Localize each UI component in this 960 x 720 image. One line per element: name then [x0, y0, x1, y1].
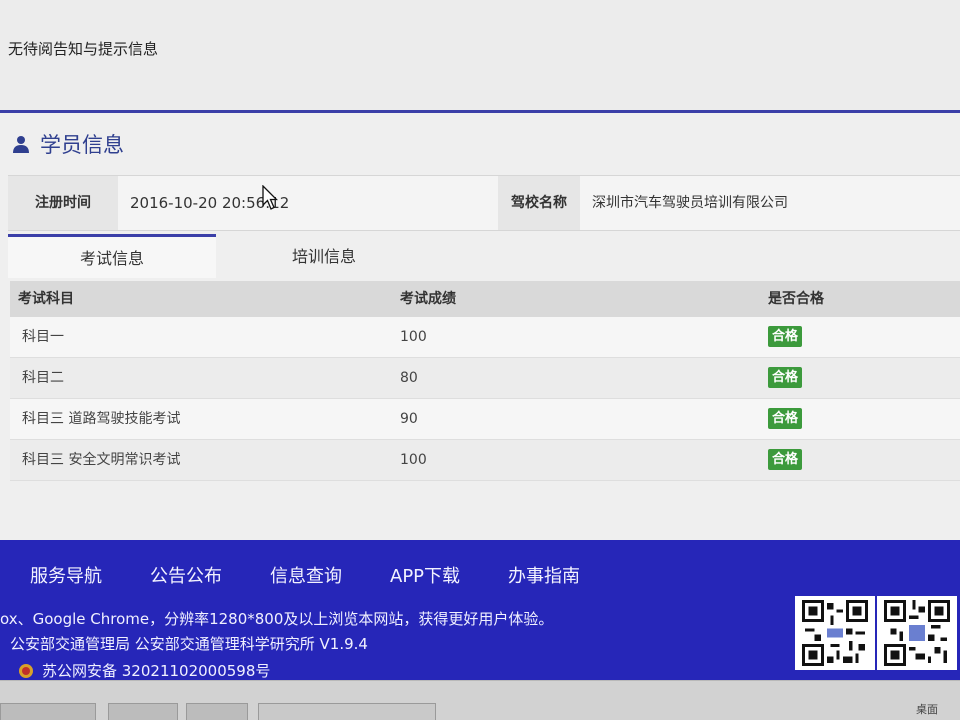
reg-time-value: 2016-10-20 20:56:12: [130, 194, 290, 212]
score-cell: 90: [400, 411, 418, 427]
user-icon: [13, 136, 29, 153]
taskbar-start[interactable]: [0, 703, 96, 720]
pass-badge: 合格: [768, 408, 803, 429]
footer-nav-query[interactable]: 信息查询: [270, 562, 342, 588]
table-row: 科目三 道路驾驶技能考试 90 合格: [10, 399, 960, 440]
reg-time-label: 注册时间: [8, 176, 118, 230]
pass-cell: 合格: [768, 449, 803, 470]
header-subject: 考试科目: [18, 291, 74, 307]
notice-bar: 无待阅告知与提示信息: [0, 0, 960, 112]
panel-title-text: 学员信息: [40, 133, 124, 157]
school-value: 深圳市汽车驾驶员培训有限公司: [592, 195, 788, 211]
qr-code-wechat: [877, 596, 957, 670]
score-cell: 100: [400, 452, 427, 468]
score-cell: 100: [400, 329, 427, 345]
icp-line: 苏公网安备 32021102000598号: [0, 660, 270, 681]
info-tabs: 考试信息 培训信息: [8, 234, 960, 278]
browser-note: ox、Google Chrome，分辨率1280*800及以上浏览本网站，获得更…: [0, 610, 554, 628]
icp-text: 苏公网安备 32021102000598号: [42, 662, 271, 680]
site-footer: 服务导航 公告公布 信息查询 APP下载 办事指南 ox、Google Chro…: [0, 540, 960, 680]
table-row: 科目一 100 合格: [10, 317, 960, 358]
tab-training-info[interactable]: 培训信息: [216, 234, 432, 278]
subject-cell: 科目一: [22, 329, 64, 345]
qr-code-app: [795, 596, 875, 670]
taskbar-browser-window[interactable]: [258, 703, 436, 720]
os-taskbar: 桌面: [0, 680, 960, 720]
header-pass: 是否合格: [768, 291, 824, 307]
student-info-panel: 学员信息 注册时间 2016-10-20 20:56:12 驾校名称 深圳市汽车…: [0, 113, 960, 540]
subject-cell: 科目三 道路驾驶技能考试: [22, 411, 181, 427]
score-cell: 80: [400, 370, 418, 386]
footer-nav-service[interactable]: 服务导航: [30, 562, 102, 588]
notice-text: 无待阅告知与提示信息: [8, 40, 159, 58]
table-header: 考试科目 考试成绩 是否合格: [10, 281, 960, 317]
header-score: 考试成绩: [400, 291, 456, 307]
table-body: 科目一 100 合格 科目二 80 合格 科目三 道路驾驶技能考试 90 合格 …: [10, 317, 960, 481]
pass-badge: 合格: [768, 449, 803, 470]
registration-info-row: 注册时间 2016-10-20 20:56:12 驾校名称 深圳市汽车驾驶员培训…: [8, 175, 960, 231]
police-badge-icon: [19, 663, 33, 678]
exam-results-table: 考试科目 考试成绩 是否合格 科目一 100 合格 科目二 80 合格 科目三 …: [10, 281, 960, 481]
pass-cell: 合格: [768, 408, 803, 429]
subject-cell: 科目三 安全文明常识考试: [22, 452, 181, 468]
table-row: 科目二 80 合格: [10, 358, 960, 399]
footer-nav-guide[interactable]: 办事指南: [508, 562, 580, 588]
tab-exam-info[interactable]: 考试信息: [8, 234, 216, 278]
table-row: 科目三 安全文明常识考试 100 合格: [10, 440, 960, 481]
taskbar-item[interactable]: [108, 703, 178, 720]
pass-badge: 合格: [768, 367, 803, 388]
pass-cell: 合格: [768, 326, 803, 347]
copyright-text: 公安部交通管理局 公安部交通管理科学研究所 V1.9.4: [10, 635, 368, 653]
footer-nav-app-download[interactable]: APP下载: [390, 562, 460, 588]
school-label: 驾校名称: [498, 176, 580, 230]
pass-badge: 合格: [768, 326, 803, 347]
subject-cell: 科目二: [22, 370, 64, 386]
pass-cell: 合格: [768, 367, 803, 388]
footer-nav: 服务导航 公告公布 信息查询 APP下载 办事指南: [30, 562, 628, 588]
taskbar-item[interactable]: [186, 703, 248, 720]
taskbar-desktop-label[interactable]: 桌面: [916, 701, 938, 717]
panel-title: 学员信息: [12, 129, 124, 159]
mouse-cursor-icon: [262, 185, 278, 210]
footer-nav-announcements[interactable]: 公告公布: [150, 562, 222, 588]
